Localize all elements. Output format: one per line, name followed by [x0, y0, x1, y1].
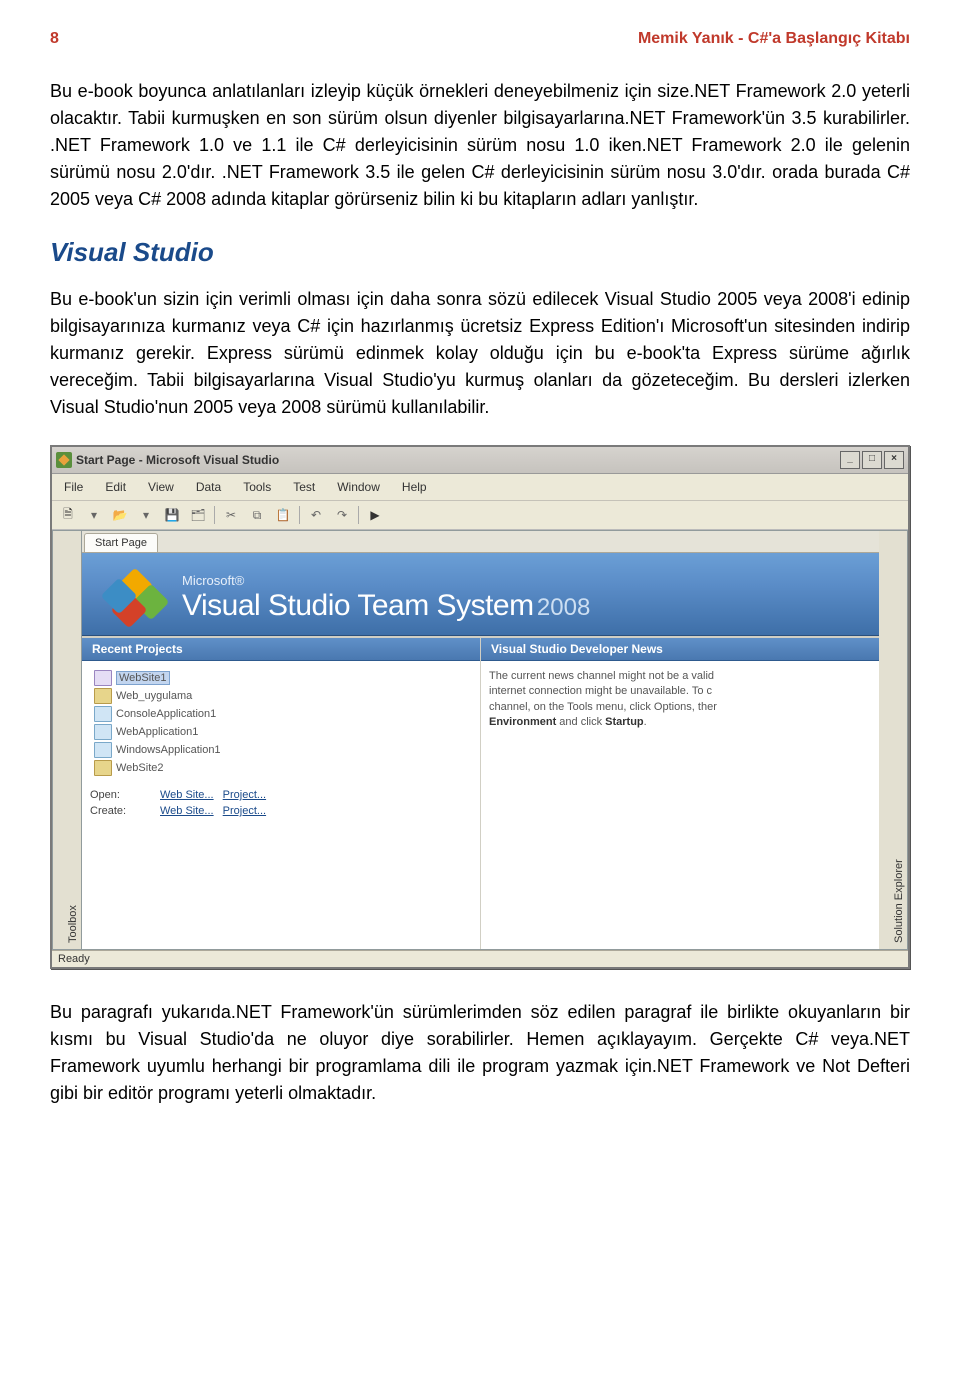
list-item[interactable]: ConsoleApplication1 — [90, 705, 472, 723]
start-page-banner: Microsoft® Visual Studio Team System 200… — [82, 553, 879, 636]
list-item[interactable]: Web_uygulama — [90, 687, 472, 705]
menu-tools[interactable]: Tools — [239, 478, 275, 496]
window-title: Start Page - Microsoft Visual Studio — [76, 453, 279, 467]
toolbar-separator — [299, 506, 300, 524]
create-website-link[interactable]: Web Site... — [160, 805, 214, 817]
toolbar-redo-button[interactable]: ↷ — [330, 504, 354, 526]
window-titlebar: Start Page - Microsoft Visual Studio _ □… — [52, 447, 908, 474]
toolbar-separator — [358, 506, 359, 524]
menu-data[interactable]: Data — [192, 478, 225, 496]
project-icon — [94, 706, 112, 722]
section-heading: Visual Studio — [50, 237, 910, 268]
toolbar-open-button[interactable]: 📂 — [108, 504, 132, 526]
document-tab-strip: Start Page — [82, 531, 879, 553]
developer-news-header: Visual Studio Developer News — [481, 638, 879, 661]
toolbar-copy-button[interactable]: ⧉ — [245, 504, 269, 526]
tab-start-page[interactable]: Start Page — [84, 533, 158, 552]
project-icon — [94, 724, 112, 740]
folder-icon — [94, 760, 112, 776]
paragraph-1: Bu e-book boyunca anlatılanları izleyip … — [50, 78, 910, 213]
minimize-button[interactable]: _ — [840, 451, 860, 469]
recent-projects-list: WebSite1 Web_uygulama ConsoleApplication… — [90, 669, 472, 777]
menu-bar: File Edit View Data Tools Test Window He… — [52, 474, 908, 501]
visual-studio-window: Start Page - Microsoft Visual Studio _ □… — [50, 445, 910, 969]
paragraph-3: Bu paragrafı yukarıda.NET Framework'ün s… — [50, 999, 910, 1107]
list-item[interactable]: WindowsApplication1 — [90, 741, 472, 759]
close-button[interactable]: × — [884, 451, 904, 469]
toolbar-dropdown-icon[interactable]: ▾ — [134, 504, 158, 526]
toolbar-save-button[interactable]: 💾 — [160, 504, 184, 526]
maximize-button[interactable]: □ — [862, 451, 882, 469]
toolbox-panel-tab[interactable]: Toolbox — [52, 530, 82, 950]
toolbar-cut-button[interactable]: ✂ — [219, 504, 243, 526]
folder-icon — [94, 688, 112, 704]
toolbar-paste-button[interactable]: 📋 — [271, 504, 295, 526]
menu-edit[interactable]: Edit — [101, 478, 130, 496]
banner-brand: Microsoft® — [182, 574, 590, 588]
toolbar-separator — [214, 506, 215, 524]
create-label: Create: — [90, 805, 160, 817]
list-item[interactable]: WebSite2 — [90, 759, 472, 777]
toolbar-undo-button[interactable]: ↶ — [304, 504, 328, 526]
solution-explorer-panel-tab[interactable]: Solution Explorer — [879, 530, 908, 950]
banner-year: 2008 — [537, 594, 590, 621]
create-project-link[interactable]: Project... — [223, 805, 266, 817]
menu-window[interactable]: Window — [333, 478, 384, 496]
list-item[interactable]: WebSite1 — [90, 669, 472, 687]
menu-test[interactable]: Test — [289, 478, 319, 496]
menu-help[interactable]: Help — [398, 478, 431, 496]
project-icon — [94, 670, 112, 686]
menu-view[interactable]: View — [144, 478, 178, 496]
toolbar-saveall-button[interactable]: 🗂 — [186, 504, 210, 526]
open-project-link[interactable]: Project... — [223, 789, 266, 801]
app-icon — [56, 452, 72, 468]
toolbox-label: Toolbox — [67, 905, 79, 943]
solution-explorer-label: Solution Explorer — [893, 859, 905, 943]
toolbar-run-button[interactable]: ▶ — [363, 504, 387, 526]
book-title: Memik Yanık - C#'a Başlangıç Kitabı — [638, 30, 910, 48]
page-number: 8 — [50, 30, 59, 48]
paragraph-2: Bu e-book'un sizin için verimli olması i… — [50, 286, 910, 421]
banner-product: Visual Studio Team System — [182, 589, 534, 622]
visual-studio-logo-icon — [106, 573, 166, 623]
toolbar-new-button[interactable]: 🗎 — [56, 504, 80, 526]
open-label: Open: — [90, 789, 160, 801]
toolbar-dropdown-icon[interactable]: ▾ — [82, 504, 106, 526]
open-website-link[interactable]: Web Site... — [160, 789, 214, 801]
toolbar: 🗎 ▾ 📂 ▾ 💾 🗂 ✂ ⧉ 📋 ↶ ↷ ▶ — [52, 501, 908, 530]
status-bar: Ready — [52, 950, 908, 967]
menu-file[interactable]: File — [60, 478, 87, 496]
news-text: The current news channel might not be a … — [489, 669, 871, 731]
list-item[interactable]: WebApplication1 — [90, 723, 472, 741]
project-icon — [94, 742, 112, 758]
recent-projects-header: Recent Projects — [82, 638, 480, 661]
